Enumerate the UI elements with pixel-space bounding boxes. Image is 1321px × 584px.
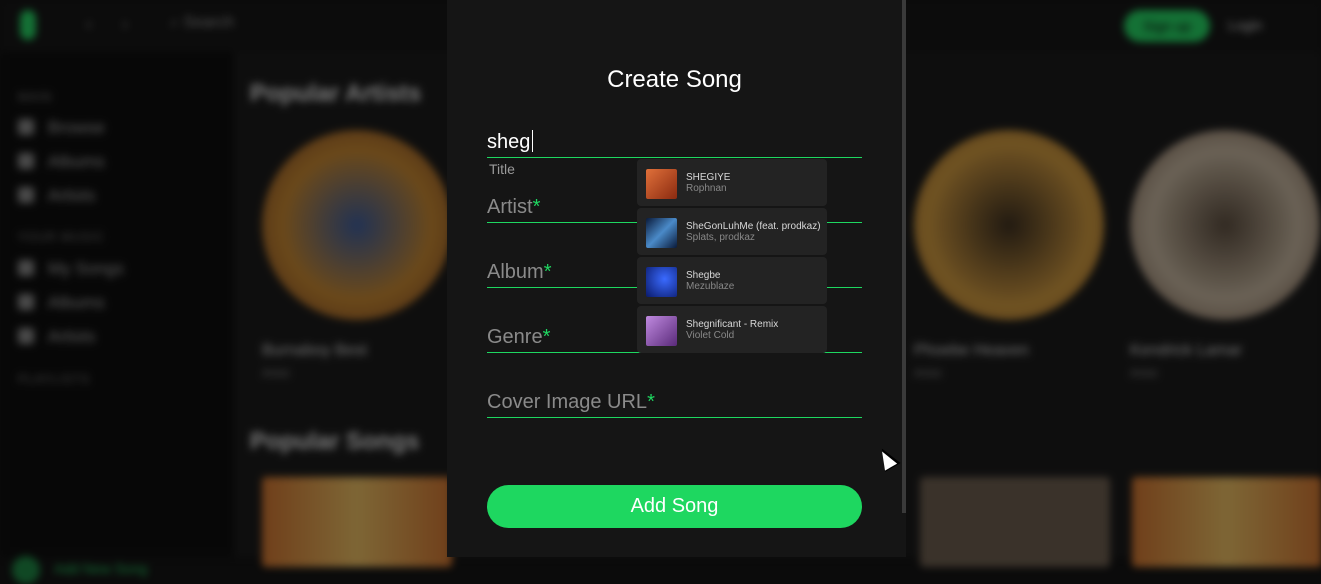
song-card[interactable] [920, 477, 1110, 567]
album-thumbnail [646, 218, 677, 248]
search-input[interactable]: ⌕ Search [170, 14, 234, 32]
search-placeholder: Search [183, 14, 235, 31]
artist-card[interactable]: Burnaboy Best Artist [262, 130, 452, 380]
title-label: Title [489, 161, 515, 177]
album-thumbnail [646, 267, 677, 297]
suggestion-title: Shegnificant - Remix [686, 319, 779, 330]
song-card[interactable] [262, 477, 452, 567]
sidebar-item-label: Artists [48, 186, 96, 205]
artist-sub: Artist [262, 366, 290, 380]
genre-field[interactable]: Genre* [487, 326, 550, 349]
suggestion-artist: Mezublaze [686, 281, 735, 292]
album-thumbnail [646, 316, 677, 346]
autocomplete-dropdown: SHEGIYE Rophnan SheGonLuhMe (feat. prodk… [637, 159, 827, 355]
genre-field-label: Genre [487, 326, 543, 348]
suggestion-item[interactable]: SHEGIYE Rophnan [637, 159, 827, 206]
sidebar: MAIN Browse Albums Artists YOUR MUSIC My… [0, 52, 234, 584]
forward-arrow-icon[interactable]: › [122, 14, 128, 35]
add-song-button[interactable]: Add Song [487, 485, 862, 528]
artist-image [1130, 130, 1320, 320]
artist-sub: Artist [1130, 366, 1158, 380]
modal-title: Create Song [607, 66, 742, 93]
album-icon [18, 153, 34, 169]
sidebar-item-artists[interactable]: Artists [18, 186, 95, 206]
artist-image [914, 130, 1104, 320]
cover-image-url-field-label: Cover Image URL [487, 391, 648, 413]
artist-sub: Artist [914, 366, 942, 380]
artist-field-label: Artist [487, 196, 533, 218]
artist-icon [18, 328, 34, 344]
sidebar-item-my-albums[interactable]: Albums [18, 293, 105, 313]
title-input[interactable] [487, 128, 862, 158]
cover-image-url-field[interactable]: Cover Image URL* [487, 391, 655, 414]
sidebar-item-my-artists[interactable]: Artists [18, 327, 95, 347]
album-field-label: Album [487, 261, 544, 283]
sidebar-item-label: Artists [48, 327, 96, 346]
required-mark: * [542, 326, 551, 348]
artist-name: Kendrick Lamar [1130, 342, 1243, 359]
sidebar-heading-playlists: PLAYLISTS [18, 372, 91, 386]
album-thumbnail [646, 169, 677, 199]
add-new-song-button[interactable]: Add New Song [12, 556, 147, 584]
add-new-label: Add New Song [54, 560, 148, 577]
sidebar-item-label: My Songs [48, 259, 124, 278]
suggestion-title: SHEGIYE [686, 172, 731, 183]
required-mark: * [532, 196, 541, 218]
artist-image [262, 130, 452, 320]
suggestion-artist: Rophnan [686, 183, 727, 194]
suggestion-title: Shegbe [686, 270, 721, 281]
suggestion-item[interactable]: Shegnificant - Remix Violet Cold [637, 306, 827, 353]
suggestion-title: SheGonLuhMe (feat. prodkaz) [686, 221, 821, 232]
sidebar-item-albums[interactable]: Albums [18, 152, 105, 172]
popular-artists-title: Popular Artists [250, 80, 422, 107]
sidebar-item-label: Albums [48, 293, 105, 312]
signup-button[interactable]: Sign up [1124, 10, 1210, 42]
album-field[interactable]: Album* [487, 261, 552, 284]
sidebar-item-label: Browse [48, 118, 105, 137]
sidebar-item-browse[interactable]: Browse [18, 118, 105, 138]
sidebar-heading-music: YOUR MUSIC [18, 230, 105, 244]
sidebar-heading-main: MAIN [18, 90, 52, 104]
album-icon [18, 294, 34, 310]
modal-scrollbar[interactable] [902, 0, 906, 513]
plus-icon [12, 556, 40, 584]
suggestion-artist: Violet Cold [686, 330, 735, 341]
text-caret [532, 130, 533, 152]
popular-songs-title: Popular Songs [250, 428, 420, 455]
music-note-icon [18, 260, 34, 276]
song-card[interactable] [1132, 477, 1321, 567]
artist-name: Burnaboy Best [262, 342, 367, 359]
suggestion-item[interactable]: SheGonLuhMe (feat. prodkaz) Splats, prod… [637, 208, 827, 255]
back-arrow-icon[interactable]: ‹ [86, 14, 92, 35]
required-mark: * [647, 391, 655, 413]
artist-field[interactable]: Artist* [487, 196, 540, 219]
artist-card[interactable]: Kendrick Lamar Artist [1130, 130, 1320, 380]
sidebar-item-my-songs[interactable]: My Songs [18, 259, 124, 279]
login-button[interactable]: Login [1228, 17, 1262, 33]
logo-icon [20, 10, 36, 40]
required-mark: * [543, 261, 552, 283]
artist-icon [18, 187, 34, 203]
sidebar-item-label: Albums [48, 152, 105, 171]
home-icon [18, 119, 34, 135]
artist-name: Phoebe Heaven [914, 342, 1029, 359]
artist-card[interactable]: Phoebe Heaven Artist [914, 130, 1104, 380]
suggestion-item[interactable]: Shegbe Mezublaze [637, 257, 827, 304]
cover-image-url-field-underline [487, 417, 862, 418]
suggestion-artist: Splats, prodkaz [686, 232, 755, 243]
